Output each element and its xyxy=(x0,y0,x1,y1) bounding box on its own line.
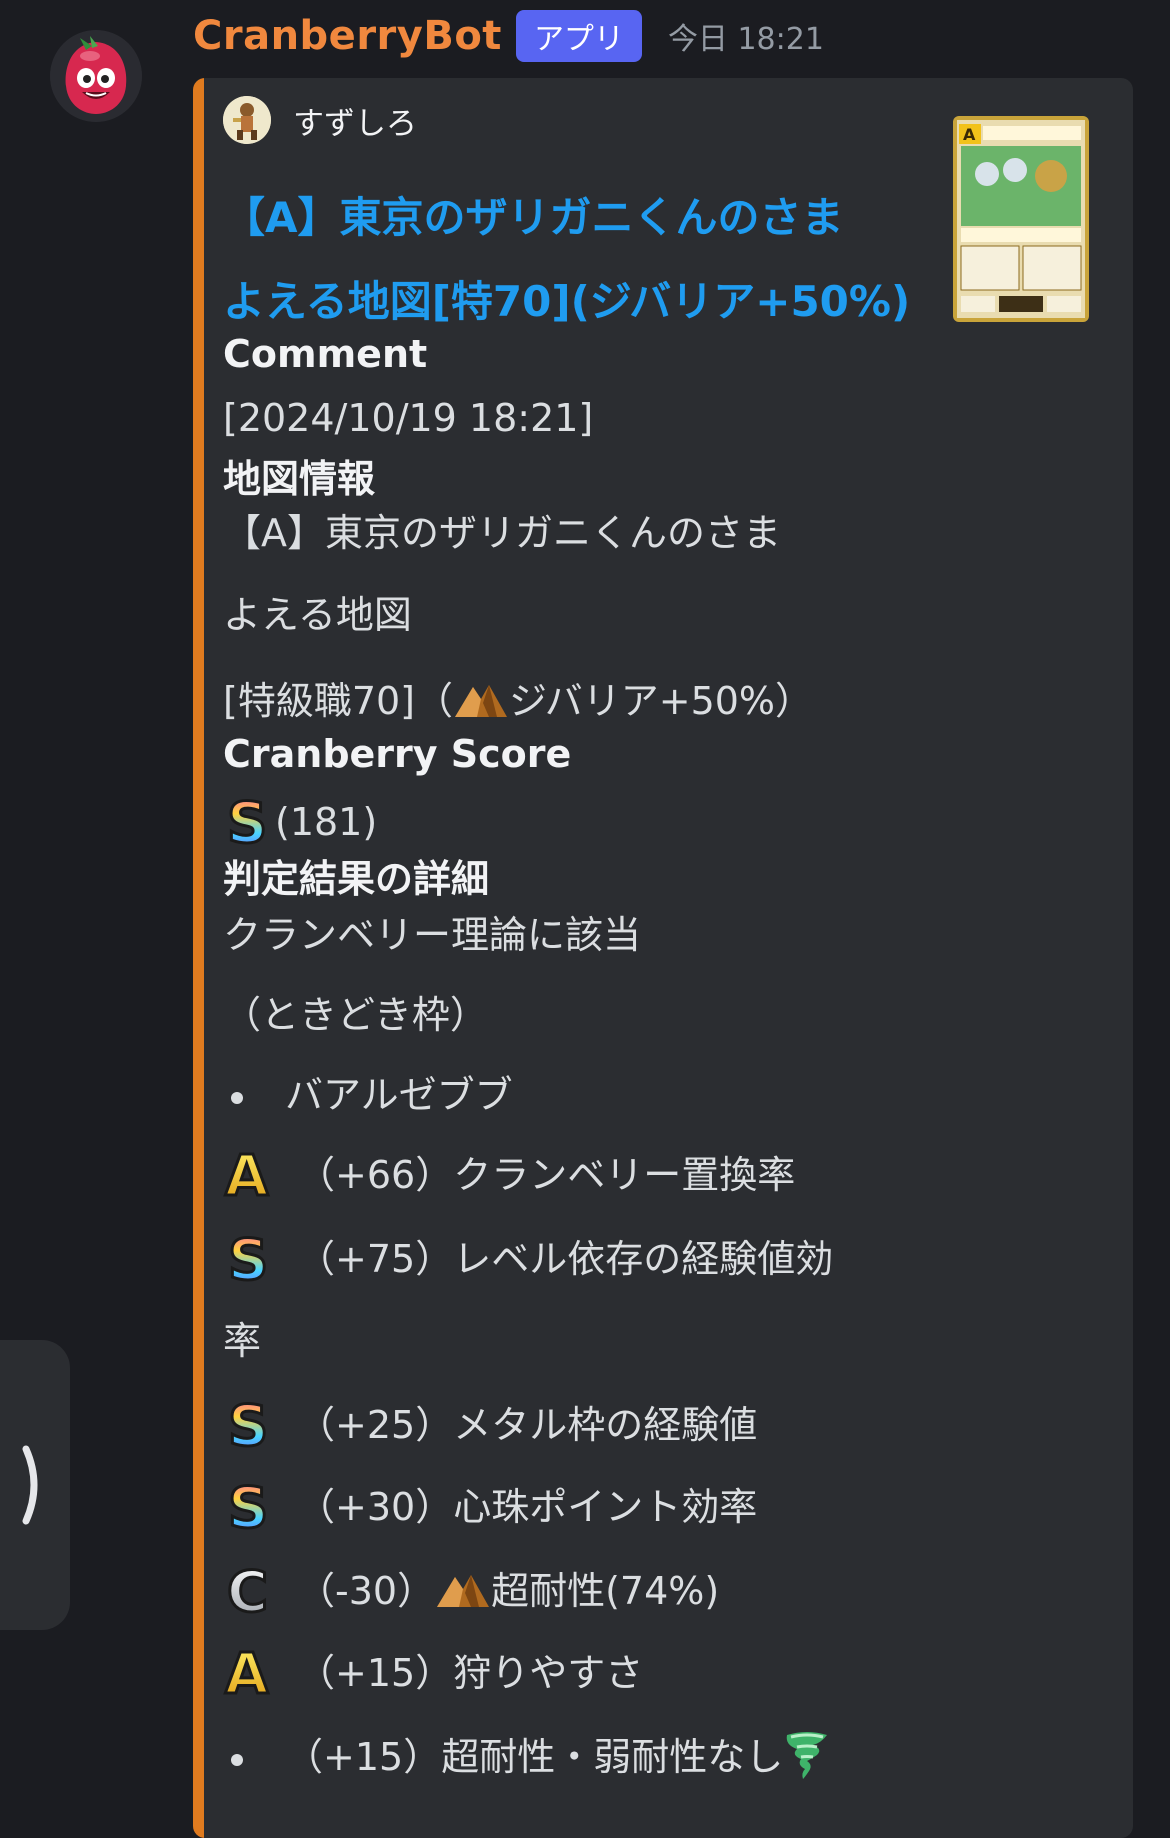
field-map-info-line3: [特級職70]（ ジバリア+50%） xyxy=(223,670,813,728)
score-item-bullet: （+15）超耐性・弱耐性なし xyxy=(223,1726,831,1790)
embed-title-line1[interactable]: 【A】東京のザリガニくんのさま xyxy=(223,176,933,260)
embed-title[interactable]: 【A】東京のザリガニくんのさま よえる地図[特70](ジバリア+50%) xyxy=(223,176,933,344)
tornado-icon xyxy=(783,1729,831,1790)
message-header: CranberryBot アプリ 今日 18:21 xyxy=(193,8,824,64)
svg-text:A: A xyxy=(963,125,976,144)
field-comment-value: [2024/10/19 18:21] xyxy=(223,396,594,440)
bullet xyxy=(231,1753,243,1766)
bot-avatar[interactable] xyxy=(50,30,142,122)
field-map-info-line1: 【A】東京のザリガニくんのさま xyxy=(223,511,781,555)
app-badge: アプリ xyxy=(515,10,642,62)
svg-text:S: S xyxy=(228,1229,268,1285)
svg-text:S: S xyxy=(228,1395,268,1451)
monster-name: バアルゼブブ xyxy=(285,1073,513,1117)
bot-name[interactable]: CranberryBot xyxy=(193,13,502,59)
embed-accent-bar xyxy=(193,78,204,1838)
embed-card: すずしろ 【A】東京のザリガニくんのさま よえる地図[特70](ジバリア+50%… xyxy=(193,78,1133,1838)
grade-s-icon: S xyxy=(223,1227,273,1295)
map-info-level: [特級職70]（ xyxy=(223,679,454,723)
score-item: A （+15）狩りやすさ xyxy=(223,1641,644,1709)
detail-line2: （ときどき枠） xyxy=(223,993,488,1037)
score-item-text: （+66）クランベリー置換率 xyxy=(297,1153,796,1197)
svg-text:A: A xyxy=(225,1643,269,1699)
score-item-prefix: （-30） xyxy=(297,1569,436,1613)
score-item: S （+30）心珠ポイント効率 xyxy=(223,1475,758,1543)
monster-list-item: バアルゼブブ xyxy=(223,1064,513,1119)
svg-text:S: S xyxy=(227,792,267,848)
embed-thumbnail[interactable]: A xyxy=(953,116,1089,322)
grade-c-icon: C xyxy=(223,1559,273,1627)
author-avatar-icon xyxy=(223,96,271,144)
score-item-text: （+15）狩りやすさ xyxy=(297,1651,644,1695)
grade-a-icon: A xyxy=(223,1641,273,1709)
field-comment-label: Comment xyxy=(223,332,428,376)
score-item: C （-30） 超耐性(74%) xyxy=(223,1559,720,1627)
field-score-label: Cranberry Score xyxy=(223,732,572,776)
field-map-info-label: 地図情報 xyxy=(223,457,376,501)
score-item: A （+66）クランベリー置換率 xyxy=(223,1143,796,1211)
detail-line1: クランベリー理論に該当 xyxy=(223,913,642,957)
grade-a-icon: A xyxy=(223,1143,273,1211)
score-item: S （+75）レベル依存の経験値効 xyxy=(223,1227,834,1295)
grade-s-icon: S xyxy=(223,1475,273,1543)
grade-s-icon: S xyxy=(223,1393,273,1461)
svg-text:S: S xyxy=(228,1477,268,1533)
score-item-text: （+15）超耐性・弱耐性なし xyxy=(285,1735,784,1779)
cranberry-slime-icon xyxy=(50,30,142,122)
side-drawer-handle[interactable] xyxy=(0,1340,70,1630)
author-name[interactable]: すずしろ xyxy=(293,98,417,143)
field-map-info-line2: よえる地図 xyxy=(223,593,412,637)
pyramid-icon xyxy=(435,1569,491,1618)
svg-text:A: A xyxy=(225,1145,269,1201)
score-item-text: （+30）心珠ポイント効率 xyxy=(297,1485,758,1529)
chevron-right-icon xyxy=(22,1445,38,1525)
field-detail-label: 判定結果の詳細 xyxy=(223,857,490,901)
message-timestamp: 今日 18:21 xyxy=(667,22,824,57)
score-number: (181) xyxy=(275,800,378,844)
score-item-text: （+25）メタル枠の経験値 xyxy=(297,1403,758,1447)
score-item-wrap: 率 xyxy=(223,1319,262,1363)
embed-author: すずしろ xyxy=(223,96,417,144)
pyramid-icon xyxy=(453,679,509,728)
bullet xyxy=(231,1091,243,1104)
score-item-suffix: 超耐性(74%) xyxy=(491,1569,720,1613)
treasure-map-thumbnail-icon: A xyxy=(953,116,1089,322)
svg-text:C: C xyxy=(227,1561,268,1617)
map-info-bonus: ジバリア+50%） xyxy=(509,679,814,723)
score-item-text: （+75）レベル依存の経験値効 xyxy=(297,1237,834,1281)
score-item: S （+25）メタル枠の経験値 xyxy=(223,1393,758,1461)
